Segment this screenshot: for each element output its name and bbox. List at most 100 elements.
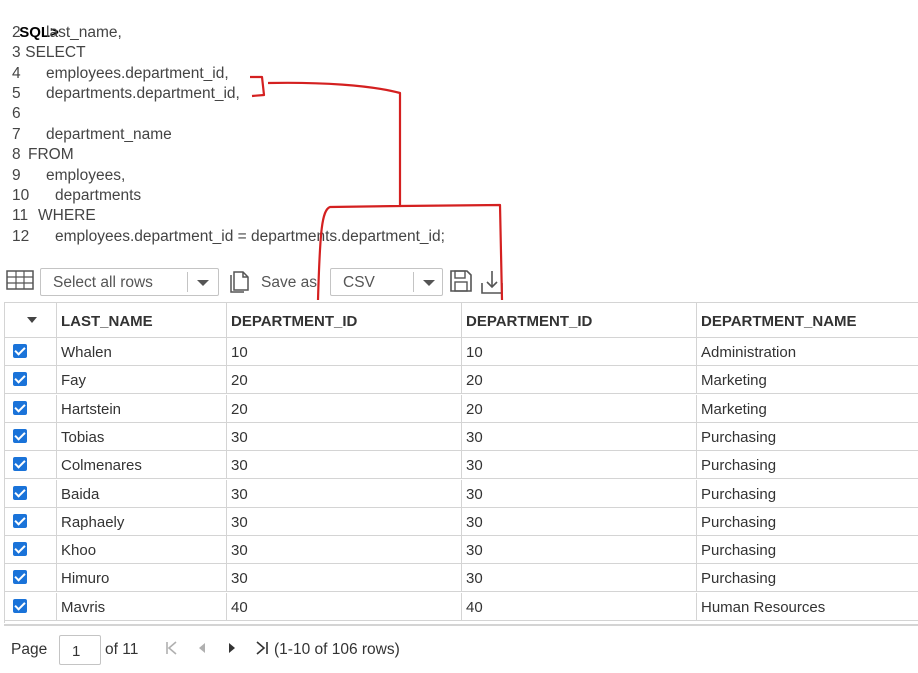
table-cell: 10 [462,338,697,366]
chevron-down-icon [27,317,37,323]
line-number: 12 [12,228,30,245]
sql-editor[interactable]: SQL> SELECT 2 last_name, 3 4 employees.dep… [0,0,918,260]
copy-icon[interactable] [228,269,252,298]
page-label: Page [11,641,48,658]
first-page-icon[interactable] [164,640,180,661]
sql-code: last_name, [46,24,122,41]
grid-view-icon[interactable] [6,270,34,297]
row-select-cell [5,507,57,536]
download-icon[interactable] [480,269,504,300]
table-cell: 30 [227,422,462,451]
select-column-header[interactable] [5,303,57,338]
table-cell: 30 [227,479,462,508]
table-row[interactable]: Mavris 40 40 Human Resources [5,592,918,621]
row-range: (1-10 of 106 rows) [274,641,400,658]
row-checkbox[interactable] [13,485,27,500]
sql-code: employees, [46,167,126,184]
table-row[interactable]: Himuro 30 30 Purchasing [5,564,918,593]
table-row[interactable]: Whalen 10 10 Administration [5,338,918,366]
row-select-cell [5,338,57,366]
table-cell: Purchasing [701,485,777,503]
sql-line-3: 3 [12,43,46,63]
table-row[interactable]: Tobias 30 30 Purchasing [5,422,918,451]
table-row[interactable]: Raphaely 30 30 Purchasing [5,507,918,536]
sql-line-4: 4 employees.department_id, [12,64,229,84]
line-number: 6 [12,105,21,122]
row-select-cell [5,394,57,423]
table-cell: Raphaely [57,507,227,536]
row-checkbox[interactable] [13,542,27,557]
table-row[interactable]: Baida 30 30 Purchasing [5,479,918,508]
row-checkbox[interactable] [13,457,27,472]
line-number: 7 [12,126,21,143]
row-checkbox[interactable] [13,598,27,613]
sql-code: department_name [46,126,172,143]
table-cell: Fay [57,366,227,395]
line-number: 10 [12,187,30,204]
page-count: of 11 [105,641,139,658]
table-cell: Baida [57,479,227,508]
table-row[interactable]: Colmenares 30 30 Purchasing [5,451,918,480]
row-checkbox[interactable] [13,513,27,528]
column-header-department-name[interactable]: DEPARTMENT_NAME [697,303,918,338]
format-dropdown[interactable]: CSV [330,268,443,296]
table-row[interactable]: Fay 20 20 Marketing [5,366,918,395]
column-header-department-id[interactable]: DEPARTMENT_ID [462,303,697,338]
sql-line-12: 12 employees.department_id = departments.… [12,227,445,247]
table-cell: Tobias [57,422,227,451]
column-header-last-name[interactable]: LAST_NAME [57,303,227,338]
sql-code: WHERE [38,207,96,224]
table-cell: Marketing [701,372,767,390]
table-cell: 30 [462,507,697,536]
sql-line-2: 2 last_name, [12,23,122,43]
sql-line-9: 9 employees, [12,166,125,186]
line-number: 3 [12,44,21,61]
table-cell: Mavris [57,592,227,621]
row-select-cell [5,564,57,593]
table-row[interactable]: Hartstein 20 20 Marketing [5,394,918,423]
sql-code: employees.department_id = departments.de… [55,228,445,245]
table-row[interactable]: Khoo 30 30 Purchasing [5,536,918,565]
results-grid: LAST_NAME DEPARTMENT_ID DEPARTMENT_ID DE… [4,302,918,623]
column-header-department-id[interactable]: DEPARTMENT_ID [227,303,462,338]
table-cell: 30 [462,451,697,480]
line-number: 11 [12,207,29,224]
table-cell: 40 [227,592,462,621]
sql-code: employees.department_id, [46,65,229,82]
line-number: 9 [12,167,21,184]
table-cell: 30 [227,536,462,565]
row-checkbox[interactable] [13,570,27,585]
save-icon[interactable] [449,269,473,298]
table-cell: 10 [227,338,462,366]
table-cell: Human Resources [701,598,826,616]
row-selection-dropdown[interactable]: Select all rows [40,268,219,296]
sql-line-7: 7 department_name [12,125,172,145]
table-cell: Khoo [57,536,227,565]
table-cell: Purchasing [701,457,777,475]
sql-line-5: 5 departments.department_id, [12,84,240,104]
table-cell: 30 [462,479,697,508]
last-page-icon[interactable] [254,640,270,661]
table-cell: 20 [227,366,462,395]
previous-page-icon[interactable] [196,640,208,661]
sql-code: departments.department_id, [46,85,240,102]
row-select-cell [5,366,57,395]
chevron-down-icon [197,280,209,286]
line-number: 5 [12,85,21,102]
row-checkbox[interactable] [13,400,27,415]
row-checkbox[interactable] [13,428,27,443]
next-page-icon[interactable] [226,640,238,661]
line-number: 2 [12,24,21,41]
row-checkbox[interactable] [13,344,27,358]
table-cell: 20 [462,394,697,423]
sql-line-11: 11 WHERE [12,206,96,226]
table-cell: 30 [227,507,462,536]
table-cell: 30 [227,564,462,593]
sql-line-6: 6 [12,104,46,124]
table-cell: 20 [227,394,462,423]
row-checkbox[interactable] [13,372,27,387]
pagination: Page 1 of 11 (1-10 of 106 rows) [4,624,918,673]
page-number-input[interactable]: 1 [59,635,101,665]
row-selection-value: Select all rows [53,274,153,291]
line-number: 4 [12,65,21,82]
